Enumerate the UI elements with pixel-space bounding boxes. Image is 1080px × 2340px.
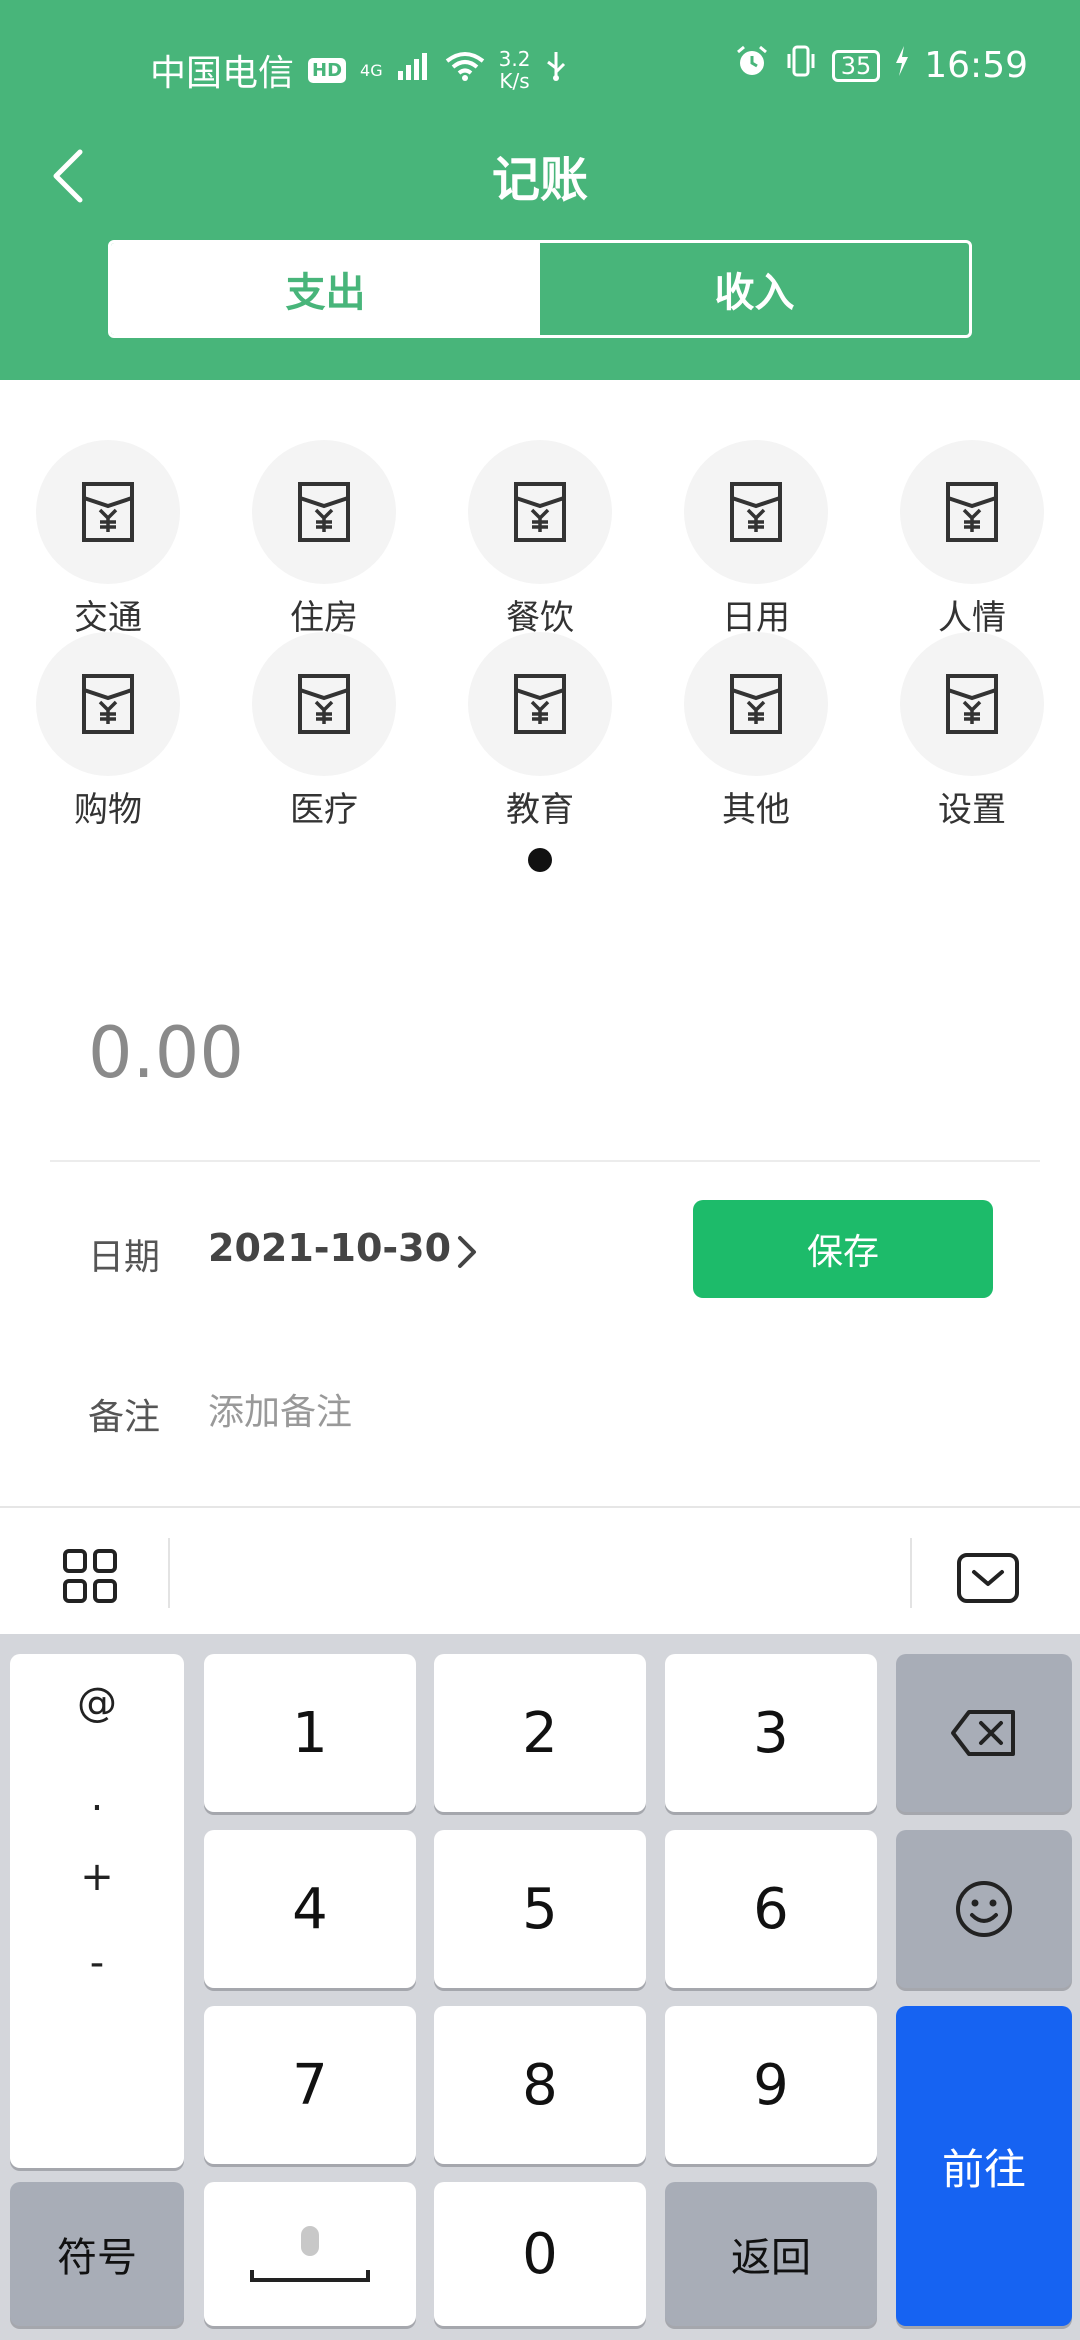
category-item[interactable]: 其他: [648, 632, 864, 831]
category-icon-circle: [468, 632, 612, 776]
app-header: 中国电信 HD 4G 3.2 K/s 35 16:59 记账 支出 收入: [0, 0, 1080, 380]
key-4[interactable]: 4: [204, 1830, 416, 1988]
category-label: 设置: [938, 790, 1006, 830]
memo-input[interactable]: [208, 1384, 908, 1440]
category-item[interactable]: 医疗: [216, 632, 432, 831]
category-icon-circle: [684, 632, 828, 776]
chevron-right-icon[interactable]: [452, 1230, 482, 1274]
emoji-icon: [956, 1881, 1012, 1937]
key-at[interactable]: @: [10, 1680, 184, 1726]
category-icon-circle: [252, 440, 396, 584]
amount-display[interactable]: 0.00: [88, 1012, 244, 1094]
key-minus[interactable]: -: [10, 1940, 184, 1986]
category-icon-circle: [900, 632, 1044, 776]
back-key[interactable]: 返回: [665, 2182, 877, 2326]
type-tabs: 支出 收入: [108, 240, 972, 338]
vibrate-icon: [784, 44, 818, 87]
keyboard-toolbar: [0, 1506, 1080, 1634]
category-item[interactable]: 购物: [0, 632, 216, 831]
category-icon-circle: [36, 632, 180, 776]
tab-income[interactable]: 收入: [540, 243, 969, 335]
divider: [50, 1160, 1040, 1162]
wallet-icon: [298, 482, 350, 542]
category-icon-circle: [252, 632, 396, 776]
alarm-icon: [734, 44, 770, 87]
wallet-icon: [82, 674, 134, 734]
wallet-icon: [730, 674, 782, 734]
save-button[interactable]: 保存: [693, 1200, 993, 1298]
go-button[interactable]: 前往: [896, 2006, 1072, 2326]
keyboard-hide-icon[interactable]: [956, 1552, 1020, 1604]
category-label: 教育: [506, 790, 574, 830]
category-item[interactable]: 住房: [216, 440, 432, 639]
carrier-name: 中国电信: [150, 53, 295, 94]
category-label: 其他: [722, 790, 790, 830]
wallet-icon: [514, 674, 566, 734]
category-icon-circle: [684, 440, 828, 584]
category-item[interactable]: 设置: [864, 632, 1080, 831]
hd-badge: HD: [308, 57, 347, 83]
category-icon-circle: [900, 440, 1044, 584]
net-speed-value: 3.2: [498, 47, 531, 71]
key-backspace[interactable]: [896, 1654, 1072, 1812]
category-icon-circle: [36, 440, 180, 584]
page-title: 记账: [491, 152, 588, 208]
net-speed-unit: K/s: [499, 69, 530, 93]
status-bar: 中国电信 HD 4G 3.2 K/s 35 16:59: [0, 0, 1080, 120]
category-item[interactable]: 人情: [864, 440, 1080, 639]
status-right: 35 16:59: [734, 44, 1028, 87]
category-icon-circle: [468, 440, 612, 584]
net-speed: 3.2 K/s: [499, 48, 531, 92]
wallet-icon: [946, 482, 998, 542]
wifi-icon: [445, 50, 485, 90]
signal-icon: [397, 51, 431, 89]
key-7[interactable]: 7: [204, 2006, 416, 2164]
status-left: 中国电信 HD 4G 3.2 K/s: [150, 44, 568, 96]
date-picker-value[interactable]: 2021-10-30: [208, 1226, 451, 1270]
tab-expense[interactable]: 支出: [111, 243, 540, 335]
toolbar-separator: [910, 1538, 912, 1608]
toolbar-separator: [168, 1538, 170, 1608]
wallet-icon: [82, 482, 134, 542]
battery-indicator: 35: [831, 49, 881, 82]
network-type: 4G: [360, 60, 383, 80]
category-item[interactable]: 教育: [432, 632, 648, 831]
key-dot[interactable]: .: [10, 1774, 184, 1820]
key-3[interactable]: 3: [665, 1654, 877, 1812]
wallet-icon: [946, 674, 998, 734]
category-item[interactable]: 餐饮: [432, 440, 648, 639]
symbols-key[interactable]: 符号: [10, 2182, 184, 2326]
page-indicator-dot: [528, 848, 552, 872]
category-label: 医疗: [290, 790, 358, 830]
clock: 16:59: [924, 45, 1028, 86]
key-emoji[interactable]: [896, 1830, 1072, 1988]
wallet-icon: [298, 674, 350, 734]
grid-menu-icon[interactable]: [62, 1548, 118, 1604]
key-6[interactable]: 6: [665, 1830, 877, 1988]
key-plus[interactable]: +: [10, 1854, 184, 1900]
category-item[interactable]: 交通: [0, 440, 216, 639]
category-label: 购物: [74, 790, 142, 830]
backspace-icon: [951, 1710, 1015, 1756]
category-item[interactable]: 日用: [648, 440, 864, 639]
key-0[interactable]: 0: [434, 2182, 646, 2326]
key-5[interactable]: 5: [434, 1830, 646, 1988]
title-bar: 记账: [0, 130, 1080, 220]
symbol-column[interactable]: @ . + -: [10, 1654, 184, 2168]
wallet-icon: [730, 482, 782, 542]
key-8[interactable]: 8: [434, 2006, 646, 2164]
numeric-keyboard: @ . + - 1 2 3 4 5 6 7 8 9 前往 符号 0 返回: [0, 1634, 1080, 2340]
key-2[interactable]: 2: [434, 1654, 646, 1812]
key-1[interactable]: 1: [204, 1654, 416, 1812]
key-9[interactable]: 9: [665, 2006, 877, 2164]
wallet-icon: [514, 482, 566, 542]
charging-icon: [894, 45, 910, 86]
key-voice[interactable]: [204, 2182, 416, 2326]
microphone-icon: [250, 2226, 370, 2282]
date-label: 日期: [88, 1237, 161, 1278]
usb-icon: [544, 50, 568, 91]
memo-label: 备注: [88, 1397, 161, 1438]
